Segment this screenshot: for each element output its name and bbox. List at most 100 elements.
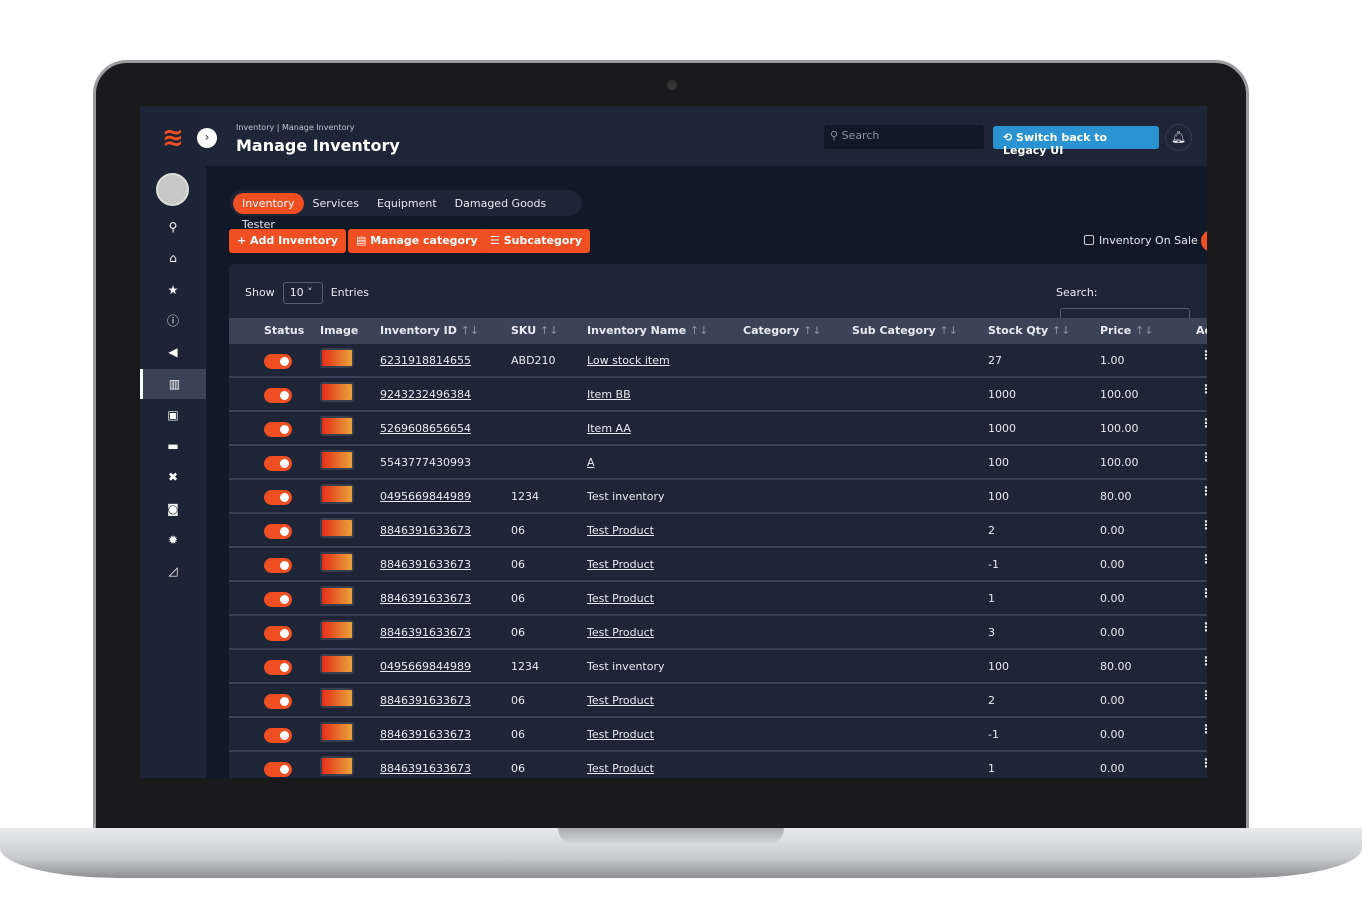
chat-icon[interactable]: ◙ (140, 494, 206, 524)
status-toggle[interactable] (264, 660, 292, 675)
inventory-id-link[interactable]: 6231918814655 (380, 354, 471, 367)
star-icon[interactable]: ★ (140, 275, 206, 305)
inventory-id-link[interactable]: 0495669844989 (380, 490, 471, 503)
inventory-name-link[interactable]: A (587, 456, 595, 469)
avatar[interactable] (156, 173, 189, 206)
status-toggle[interactable] (264, 354, 292, 369)
more-actions-icon[interactable]: ⋮ (1200, 723, 1207, 735)
column-header[interactable]: Category ↑↓ (743, 324, 822, 337)
more-actions-icon[interactable]: ⋮ (1200, 587, 1207, 599)
column-header[interactable]: Sub Category ↑↓ (852, 324, 958, 337)
inventory-id-link[interactable]: 8846391633673 (380, 728, 471, 741)
inventory-name-link[interactable]: Test inventory (587, 660, 665, 673)
inventory-name-link[interactable]: Test Product (587, 592, 654, 605)
status-toggle[interactable] (264, 388, 292, 403)
checkbox[interactable] (1084, 235, 1094, 245)
home-icon[interactable]: ⌂ (140, 243, 206, 273)
status-toggle[interactable] (264, 558, 292, 573)
sort-icon[interactable]: ↑↓ (690, 324, 708, 337)
price-cell: 100.00 (1100, 456, 1139, 469)
global-search-input[interactable]: ⚲ Search (824, 125, 984, 149)
inventory-name-link[interactable]: Test Product (587, 762, 654, 775)
inventory-name-link[interactable]: Test Product (587, 626, 654, 639)
inventory-id-link[interactable]: 8846391633673 (380, 626, 471, 639)
legacy-ui-button[interactable]: ⟲ Switch back to Legacy UI (993, 126, 1159, 157)
sidebar-toggle-button[interactable]: › (197, 128, 217, 148)
more-actions-icon[interactable]: ⋮ (1200, 655, 1207, 667)
more-actions-icon[interactable]: ⋮ (1200, 689, 1207, 701)
status-toggle[interactable] (264, 728, 292, 743)
inventory-name-link[interactable]: Test Product (587, 558, 654, 571)
inventory-id-link[interactable]: 8846391633673 (380, 762, 471, 775)
inventory-id-link[interactable]: 5543777430993 (380, 456, 471, 469)
inventory-id-link[interactable]: 8846391633673 (380, 694, 471, 707)
status-toggle[interactable] (264, 524, 292, 539)
sort-icon[interactable]: ↑↓ (1135, 324, 1153, 337)
inventory-id-link[interactable]: 8846391633673 (380, 592, 471, 605)
chart-icon[interactable]: ◿ (140, 556, 206, 586)
status-toggle[interactable] (264, 456, 292, 471)
warehouse-icon[interactable]: ▥ (140, 368, 206, 399)
inventory-id-link[interactable]: 8846391633673 (380, 558, 471, 571)
inventory-name-link[interactable]: Low stock item (587, 354, 670, 367)
tab-damaged-goods[interactable]: Damaged Goods (446, 193, 556, 214)
tab-inventory[interactable]: Inventory (233, 193, 304, 214)
inventory-id-link[interactable]: 5269608656654 (380, 422, 471, 435)
column-header[interactable]: Status (264, 324, 304, 337)
inventory-id-link[interactable]: 8846391633673 (380, 524, 471, 537)
sort-icon[interactable]: ↑↓ (1052, 324, 1070, 337)
entries-label: Entries (330, 286, 369, 299)
more-actions-icon[interactable]: ⋮ (1200, 553, 1207, 565)
column-header[interactable]: Stock Qty ↑↓ (988, 324, 1070, 337)
column-header[interactable]: Image (320, 324, 358, 337)
tab-services[interactable]: Services (304, 193, 368, 214)
inventory-on-sale-checkbox[interactable]: Inventory On Sale (1084, 234, 1198, 247)
inventory-id-link[interactable]: 9243232496384 (380, 388, 471, 401)
tab-equipment[interactable]: Equipment (368, 193, 446, 214)
status-toggle[interactable] (264, 592, 292, 607)
more-actions-icon[interactable]: ⋮ (1200, 383, 1207, 395)
tools-icon[interactable]: ✖ (140, 462, 206, 492)
column-header[interactable]: Inventory Name ↑↓ (587, 324, 708, 337)
more-actions-icon[interactable]: ⋮ (1200, 519, 1207, 531)
inventory-name-link[interactable]: Item BB (587, 388, 631, 401)
manage-category-button[interactable]: ▤ Manage category (348, 229, 486, 253)
status-toggle[interactable] (264, 626, 292, 641)
more-actions-icon[interactable]: ⋮ (1200, 451, 1207, 463)
status-toggle[interactable] (264, 762, 292, 777)
column-header[interactable]: Inventory ID ↑↓ (380, 324, 479, 337)
more-actions-icon[interactable]: ⋮ (1200, 621, 1207, 633)
status-toggle[interactable] (264, 490, 292, 505)
add-inventory-button[interactable]: + Add Inventory (229, 229, 346, 253)
info-icon[interactable]: ⓘ (140, 306, 206, 336)
briefcase-icon[interactable]: ▣ (140, 400, 206, 430)
sort-icon[interactable]: ↑↓ (803, 324, 821, 337)
column-header[interactable]: Price ↑↓ (1100, 324, 1154, 337)
more-actions-icon[interactable]: ⋮ (1200, 417, 1207, 429)
more-actions-icon[interactable]: ⋮ (1200, 485, 1207, 497)
gear-icon[interactable]: ✹ (140, 525, 206, 555)
status-toggle[interactable] (264, 422, 292, 437)
sort-icon[interactable]: ↑↓ (540, 324, 558, 337)
more-actions-icon[interactable]: ⋮ (1200, 349, 1207, 361)
sort-icon[interactable]: ↑↓ (940, 324, 958, 337)
action-button[interactable] (1201, 230, 1207, 252)
bell-icon[interactable]: 🔔︎ (1165, 124, 1192, 151)
inventory-name-link[interactable]: Test inventory (587, 490, 665, 503)
inventory-table-panel: Show 10 ˅ Entries Search: Status Image Inven… (229, 264, 1207, 778)
sort-icon[interactable]: ↑↓ (461, 324, 479, 337)
column-header[interactable]: Ac (1196, 324, 1207, 337)
card-icon[interactable]: ▬ (140, 431, 206, 461)
megaphone-icon[interactable]: ◀ (140, 337, 206, 367)
search-icon[interactable]: ⚲ (140, 212, 206, 242)
more-actions-icon[interactable]: ⋮ (1200, 757, 1207, 769)
inventory-id-link[interactable]: 0495669844989 (380, 660, 471, 673)
status-toggle[interactable] (264, 694, 292, 709)
inventory-name-link[interactable]: Test Product (587, 524, 654, 537)
entries-select[interactable]: 10 ˅ (282, 282, 323, 304)
subcategory-button[interactable]: ☰ Subcategory (482, 229, 591, 253)
inventory-name-link[interactable]: Test Product (587, 694, 654, 707)
inventory-name-link[interactable]: Item AA (587, 422, 631, 435)
column-header[interactable]: SKU ↑↓ (511, 324, 558, 337)
inventory-name-link[interactable]: Test Product (587, 728, 654, 741)
